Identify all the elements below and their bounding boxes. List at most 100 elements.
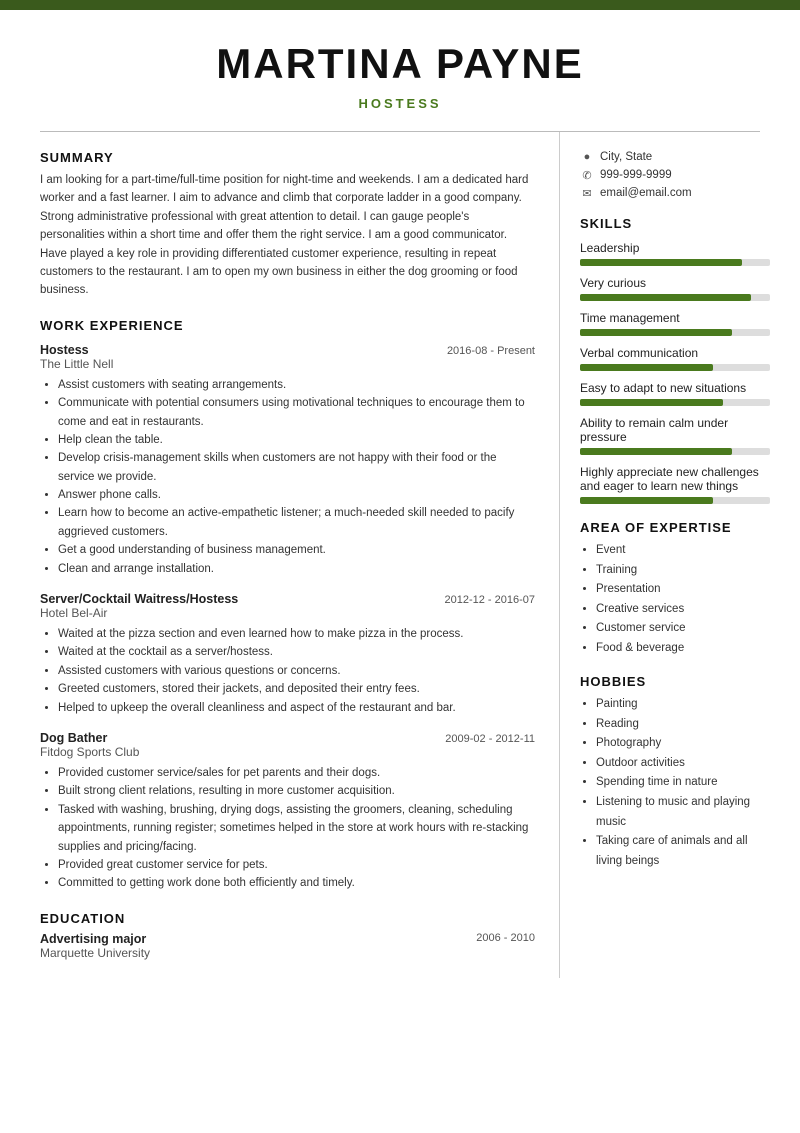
summary-title: SUMMARY: [40, 150, 535, 165]
header: MARTINA PAYNE HOSTESS: [0, 10, 800, 121]
email-icon: ✉: [580, 186, 594, 200]
skill-item-6: Highly appreciate new challenges and eag…: [580, 465, 776, 504]
skill-label-6: Highly appreciate new challenges and eag…: [580, 465, 776, 493]
job-1-date: 2016-08 - Present: [447, 345, 535, 357]
location-icon: ●: [580, 150, 594, 164]
list-item: Clean and arrange installation.: [58, 560, 535, 578]
list-item: Get a good understanding of business man…: [58, 541, 535, 559]
main-content: SUMMARY I am looking for a part-time/ful…: [0, 132, 800, 1008]
list-item: Listening to music and playing music: [596, 793, 776, 832]
skill-label-1: Very curious: [580, 276, 776, 290]
skill-bar-fill-4: [580, 399, 723, 406]
skill-item-0: Leadership: [580, 241, 776, 266]
list-item: Creative services: [596, 600, 776, 620]
list-item: Helped to upkeep the overall cleanliness…: [58, 699, 535, 717]
job-3-bullets: Provided customer service/sales for pet …: [40, 764, 535, 893]
skill-item-5: Ability to remain calm under pressure: [580, 416, 776, 455]
job-2: Server/Cocktail Waitress/Hostess 2012-12…: [40, 592, 535, 717]
list-item: Committed to getting work done both effi…: [58, 874, 535, 892]
skill-bar-bg-6: [580, 497, 770, 504]
hobbies-title: HOBBIES: [580, 674, 776, 689]
list-item: Waited at the cocktail as a server/hoste…: [58, 643, 535, 661]
skill-bar-bg-0: [580, 259, 770, 266]
skill-label-4: Easy to adapt to new situations: [580, 381, 776, 395]
skill-bar-fill-3: [580, 364, 713, 371]
list-item: Greeted customers, stored their jackets,…: [58, 680, 535, 698]
list-item: Provided customer service/sales for pet …: [58, 764, 535, 782]
list-item: Waited at the pizza section and even lea…: [58, 625, 535, 643]
job-1-title: Hostess: [40, 343, 89, 357]
list-item: Training: [596, 561, 776, 581]
skill-bar-bg-3: [580, 364, 770, 371]
skill-bar-fill-5: [580, 448, 732, 455]
hobbies-list: Painting Reading Photography Outdoor act…: [580, 695, 776, 871]
contact-email: ✉ email@email.com: [580, 186, 776, 200]
list-item: Assist customers with seating arrangemen…: [58, 376, 535, 394]
area-expertise-title: AREA OF EXPERTISE: [580, 520, 776, 535]
list-item: Tasked with washing, brushing, drying do…: [58, 801, 535, 856]
edu-entry-1: Advertising major 2006 - 2010: [40, 932, 535, 946]
contact-email-text: email@email.com: [600, 187, 692, 199]
job-3: Dog Bather 2009-02 - 2012-11 Fitdog Spor…: [40, 731, 535, 893]
skill-item-3: Verbal communication: [580, 346, 776, 371]
job-2-title: Server/Cocktail Waitress/Hostess: [40, 592, 238, 606]
list-item: Provided great customer service for pets…: [58, 856, 535, 874]
job-2-date: 2012-12 - 2016-07: [444, 594, 535, 606]
list-item: Help clean the table.: [58, 431, 535, 449]
list-item: Outdoor activities: [596, 754, 776, 774]
skill-item-2: Time management: [580, 311, 776, 336]
contact-location: ● City, State: [580, 150, 776, 164]
skill-label-0: Leadership: [580, 241, 776, 255]
candidate-title: HOSTESS: [40, 96, 760, 111]
skills-title: SKILLS: [580, 216, 776, 231]
edu-school: Marquette University: [40, 946, 535, 960]
skill-bar-bg-2: [580, 329, 770, 336]
skill-item-4: Easy to adapt to new situations: [580, 381, 776, 406]
left-column: SUMMARY I am looking for a part-time/ful…: [0, 132, 560, 978]
list-item: Built strong client relations, resulting…: [58, 782, 535, 800]
skill-label-2: Time management: [580, 311, 776, 325]
contact-phone-text: 999-999-9999: [600, 169, 672, 181]
job-3-title: Dog Bather: [40, 731, 107, 745]
list-item: Presentation: [596, 580, 776, 600]
summary-text: I am looking for a part-time/full-time p…: [40, 171, 535, 300]
education-title: EDUCATION: [40, 911, 535, 926]
edu-date: 2006 - 2010: [476, 932, 535, 946]
list-item: Customer service: [596, 619, 776, 639]
skill-label-3: Verbal communication: [580, 346, 776, 360]
list-item: Communicate with potential consumers usi…: [58, 394, 535, 431]
job-2-bullets: Waited at the pizza section and even lea…: [40, 625, 535, 717]
job-3-company: Fitdog Sports Club: [40, 745, 535, 759]
list-item: Spending time in nature: [596, 773, 776, 793]
job-1-company: The Little Nell: [40, 357, 535, 371]
list-item: Reading: [596, 715, 776, 735]
job-1: Hostess 2016-08 - Present The Little Nel…: [40, 343, 535, 578]
list-item: Taking care of animals and all living be…: [596, 832, 776, 871]
skill-bar-fill-2: [580, 329, 732, 336]
candidate-name: MARTINA PAYNE: [40, 40, 760, 88]
list-item: Develop crisis-management skills when cu…: [58, 449, 535, 486]
phone-icon: ✆: [580, 168, 594, 182]
job-1-bullets: Assist customers with seating arrangemen…: [40, 376, 535, 578]
list-item: Photography: [596, 734, 776, 754]
skill-bar-bg-1: [580, 294, 770, 301]
list-item: Answer phone calls.: [58, 486, 535, 504]
skill-bar-fill-0: [580, 259, 742, 266]
area-expertise-list: Event Training Presentation Creative ser…: [580, 541, 776, 658]
list-item: Painting: [596, 695, 776, 715]
skill-bar-bg-4: [580, 399, 770, 406]
edu-degree: Advertising major: [40, 932, 146, 946]
skill-bar-fill-1: [580, 294, 751, 301]
list-item: Learn how to become an active-empathetic…: [58, 504, 535, 541]
list-item: Assisted customers with various question…: [58, 662, 535, 680]
top-bar: [0, 0, 800, 10]
right-column: ● City, State ✆ 999-999-9999 ✉ email@ema…: [560, 132, 800, 978]
job-2-company: Hotel Bel-Air: [40, 606, 535, 620]
list-item: Food & beverage: [596, 639, 776, 659]
skill-bar-fill-6: [580, 497, 713, 504]
job-3-date: 2009-02 - 2012-11: [445, 733, 535, 745]
list-item: Event: [596, 541, 776, 561]
contact-location-text: City, State: [600, 151, 652, 163]
skill-bar-bg-5: [580, 448, 770, 455]
contact-block: ● City, State ✆ 999-999-9999 ✉ email@ema…: [580, 150, 776, 200]
